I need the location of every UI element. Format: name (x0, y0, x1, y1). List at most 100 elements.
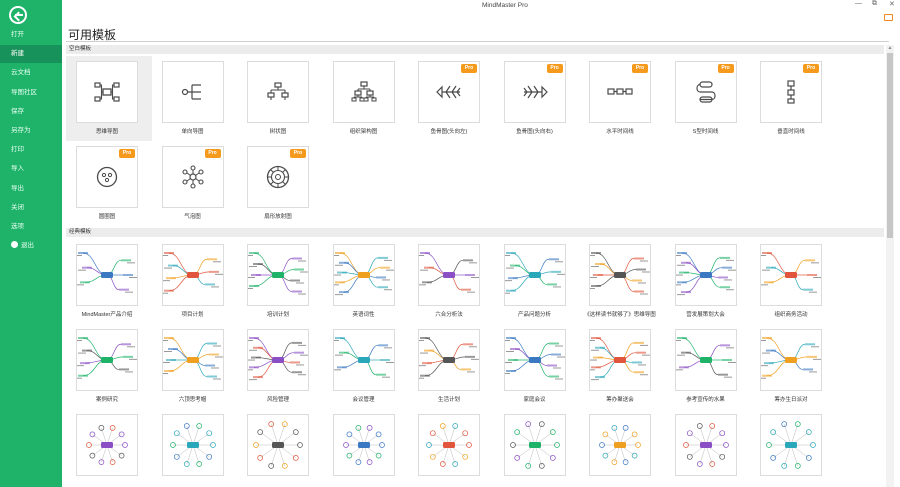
template-card[interactable]: Pro 气泡图 (152, 141, 238, 226)
template-card[interactable]: 会议管理 (323, 324, 409, 409)
template-card[interactable]: 英语词性 (323, 239, 409, 324)
template-thumbnail: Pro (161, 146, 224, 208)
pro-badge: Pro (803, 64, 819, 73)
template-thumbnail (161, 414, 224, 476)
minimize-icon[interactable]: — (855, 0, 862, 7)
pro-badge: Pro (717, 64, 734, 73)
sidebar-item-label: 打开 (11, 31, 24, 38)
template-card[interactable]: Pro 扇形放射图 (237, 141, 323, 226)
template-card[interactable]: Pro 水平时间线 (579, 56, 665, 141)
template-thumbnail: Pro (589, 61, 651, 123)
sidebar-item-new[interactable]: 新建 (0, 45, 62, 64)
template-card[interactable]: 树状图 (237, 56, 323, 141)
template-thumbnail (503, 244, 566, 306)
template-card[interactable]: 风险管理 (237, 324, 323, 409)
template-card[interactable]: Pro 鱼骨图(头向右) (494, 56, 580, 141)
template-thumbnail (332, 61, 395, 123)
template-card[interactable]: 六顶思考帽 (152, 324, 238, 409)
right-map-icon (181, 82, 205, 102)
template-label: 鱼骨图(头向左) (430, 129, 468, 135)
template-card[interactable]: 六合分析法 (408, 239, 494, 324)
template-card[interactable]: Pro S型时间线 (665, 56, 751, 141)
template-card[interactable]: 《这样读书就够了》思维导图 (579, 239, 665, 324)
template-thumbnail (503, 329, 566, 391)
sidebar-item-export[interactable]: 导出 (0, 180, 62, 198)
template-card[interactable] (665, 409, 751, 487)
template-card[interactable] (152, 409, 238, 487)
help-icon[interactable] (884, 14, 893, 21)
sidebar-item-exit[interactable]: 退出 (0, 237, 62, 255)
sidebar-item-community[interactable]: 导图社区 (0, 84, 62, 102)
template-thumbnail (332, 244, 395, 306)
sidebar-item-save-as[interactable]: 另存为 (0, 122, 62, 140)
tree-icon (266, 82, 290, 102)
scrollbar-thumb[interactable] (887, 53, 893, 238)
template-card[interactable]: 培训计划 (237, 239, 323, 324)
pro-badge: Pro (546, 64, 563, 73)
template-card[interactable]: Pro 鱼骨图(头向左) (408, 56, 494, 141)
template-card[interactable]: 参考宣传的水果 (665, 324, 751, 409)
template-card[interactable] (66, 409, 152, 487)
template-card[interactable]: 单向导图 (152, 56, 238, 141)
template-thumbnail (161, 244, 224, 306)
template-thumbnail: Pro (760, 61, 822, 123)
template-card[interactable]: Pro 垂直时间线 (750, 56, 836, 141)
exit-icon (11, 241, 18, 249)
template-label: 筹办生日派对 (774, 397, 808, 403)
template-card[interactable]: 家庭会议 (494, 324, 580, 409)
sector-radial-icon (266, 165, 290, 189)
close-icon[interactable]: ✕ (889, 0, 895, 8)
sidebar-item-import[interactable]: 导入 (0, 160, 62, 178)
scrollbar[interactable]: ▲ (886, 45, 894, 487)
sidebar-item-label: 打印 (11, 146, 24, 154)
template-card[interactable] (750, 409, 836, 487)
template-card[interactable]: 生活计划 (408, 324, 494, 409)
template-card[interactable]: 案例研究 (66, 324, 152, 409)
sidebar-item-label: 导图社区 (11, 88, 37, 96)
template-card[interactable]: 筹办聚送会 (579, 324, 665, 409)
template-card[interactable]: MindMaster产品介绍 (66, 239, 152, 324)
template-label: 六顶思考帽 (178, 397, 207, 403)
template-thumbnail: Pro (418, 61, 480, 123)
sidebar-item-open[interactable]: 打开 (0, 26, 62, 44)
template-thumbnail (674, 244, 737, 306)
sidebar-item-label: 云文档 (11, 69, 31, 77)
sidebar-item-label: 导出 (11, 184, 24, 192)
template-card[interactable] (579, 409, 665, 487)
circle-map-icon (96, 166, 118, 188)
template-card[interactable]: 筹办生日派对 (750, 324, 836, 409)
template-label: 会议管理 (352, 397, 375, 403)
scroll-up-icon[interactable]: ▲ (887, 45, 893, 51)
template-label: 英语词性 (352, 312, 375, 318)
template-thumbnail (418, 244, 480, 306)
template-label: 树状图 (269, 129, 287, 135)
template-card[interactable] (408, 409, 494, 487)
template-card[interactable] (323, 409, 409, 487)
template-card[interactable]: 营发展策划大会 (665, 239, 751, 324)
template-card[interactable]: 产品问题分析 (494, 239, 580, 324)
sidebar-item-save[interactable]: 保存 (0, 103, 62, 121)
pro-badge: Pro (632, 64, 648, 73)
sidebar-item-close[interactable]: 关闭 (0, 199, 62, 217)
template-thumbnail (503, 414, 566, 476)
template-card[interactable]: 组织架构图 (323, 56, 409, 141)
template-card[interactable] (237, 409, 323, 487)
back-arrow-icon[interactable] (9, 6, 27, 24)
sidebar-item-cloud[interactable]: 云文档 (0, 64, 62, 82)
pro-badge: Pro (119, 149, 135, 158)
template-thumbnail (76, 61, 138, 123)
pro-badge: Pro (290, 149, 306, 158)
template-label: 垂直时间线 (777, 129, 805, 135)
template-card[interactable] (494, 409, 580, 487)
restore-icon[interactable]: ⧉ (872, 0, 877, 8)
template-thumbnail (161, 61, 224, 123)
template-card[interactable]: 思维导图 (66, 56, 152, 141)
template-thumbnail (589, 244, 651, 306)
template-label: 六合分析法 (435, 312, 463, 318)
sidebar-item-print[interactable]: 打印 (0, 141, 62, 159)
template-card[interactable]: 项目计划 (152, 239, 238, 324)
template-card[interactable]: 组织商务活动 (750, 239, 836, 324)
template-card[interactable]: Pro 圆圈图 (66, 141, 152, 226)
template-thumbnail: Pro (76, 146, 138, 208)
sidebar-item-options[interactable]: 选项 (0, 218, 62, 236)
